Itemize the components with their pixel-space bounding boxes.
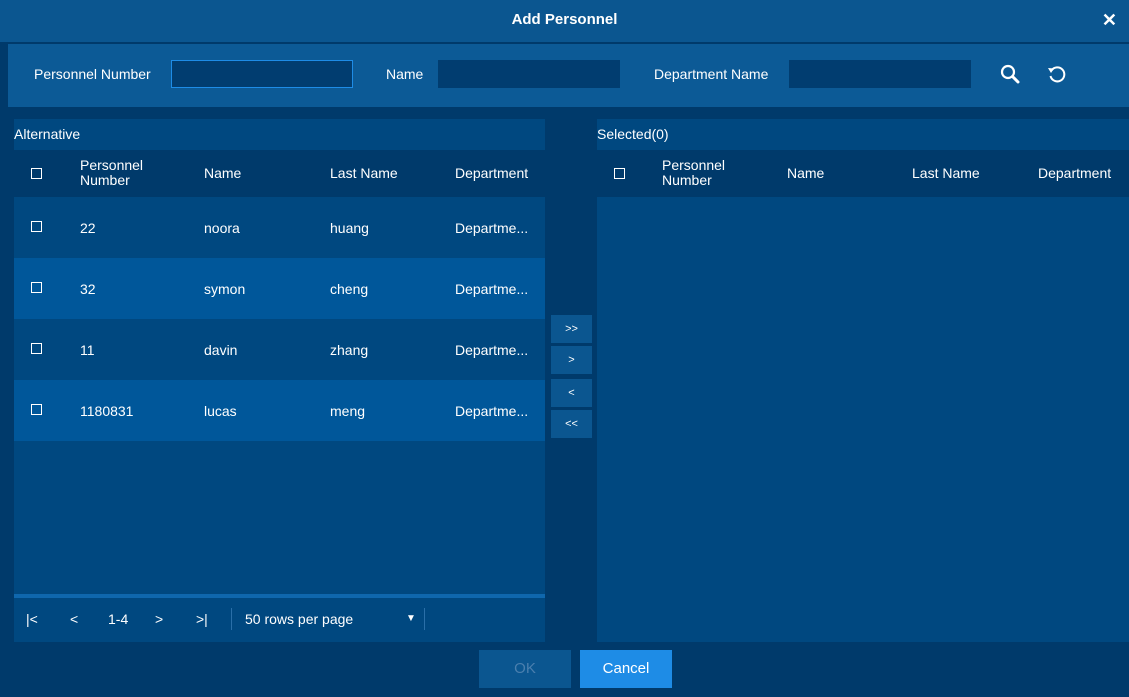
column-name[interactable]: Name: [204, 166, 241, 181]
cell-department: Departme...: [455, 403, 529, 419]
cell-last-name: cheng: [330, 281, 369, 297]
table-row[interactable]: 1180831 lucas meng Departme...: [14, 380, 545, 441]
move-left-button[interactable]: <: [551, 379, 592, 407]
transfer-column: >> > < <<: [548, 119, 595, 642]
search-bar: Personnel Number Name Department Name: [8, 44, 1129, 107]
alternative-heading: Alternative: [14, 126, 81, 142]
cell-name: davin: [204, 342, 238, 358]
column-last-name[interactable]: Last Name: [912, 166, 980, 181]
dialog-title: Add Personnel: [511, 11, 618, 28]
column-last-name[interactable]: Last Name: [330, 166, 398, 181]
cell-personnel-number: 11: [80, 342, 95, 358]
selected-panel: Selected(0) Personnel Number Name Last N…: [597, 119, 1129, 642]
department-name-input[interactable]: [789, 60, 971, 88]
dialog-footer: OK Cancel: [0, 642, 1129, 697]
select-all-checkbox[interactable]: [31, 168, 42, 179]
department-name-label: Department Name: [654, 66, 769, 82]
column-personnel-number[interactable]: Personnel Number: [80, 158, 170, 188]
prev-page-button[interactable]: <: [70, 611, 78, 627]
row-checkbox[interactable]: [31, 282, 42, 293]
chevron-down-icon[interactable]: ▼: [406, 613, 416, 624]
column-name[interactable]: Name: [787, 166, 824, 181]
select-all-checkbox[interactable]: [614, 168, 625, 179]
move-right-button[interactable]: >: [551, 346, 592, 374]
cell-last-name: meng: [330, 403, 366, 419]
cell-last-name: huang: [330, 220, 369, 236]
name-input[interactable]: [438, 60, 620, 88]
cell-name: noora: [204, 220, 240, 236]
personnel-number-input[interactable]: [171, 60, 353, 88]
cancel-button[interactable]: Cancel: [580, 650, 672, 688]
rows-per-page-select[interactable]: 50 rows per page: [245, 611, 353, 627]
cell-department: Departme...: [455, 281, 529, 297]
name-label: Name: [386, 66, 424, 82]
column-personnel-number[interactable]: Personnel Number: [662, 158, 752, 188]
cell-personnel-number: 22: [80, 220, 96, 236]
cell-personnel-number: 1180831: [80, 403, 134, 419]
personnel-number-label: Personnel Number: [34, 66, 151, 82]
pager-divider: [231, 608, 232, 630]
next-page-button[interactable]: >: [155, 611, 163, 627]
row-checkbox[interactable]: [31, 343, 42, 354]
cell-personnel-number: 32: [80, 281, 96, 297]
pagination-bar: |< < 1-4 > >| 50 rows per page ▼: [14, 594, 545, 642]
first-page-button[interactable]: |<: [26, 611, 38, 627]
table-row[interactable]: 32 symon cheng Departme...: [14, 258, 545, 319]
column-department[interactable]: Department: [455, 166, 528, 181]
move-all-right-button[interactable]: >>: [551, 315, 592, 343]
column-department[interactable]: Department: [1038, 166, 1111, 181]
cell-department: Departme...: [455, 220, 529, 236]
cell-last-name: zhang: [330, 342, 369, 358]
row-checkbox[interactable]: [31, 221, 42, 232]
table-row[interactable]: 22 noora huang Departme...: [14, 197, 545, 258]
close-icon[interactable]: ✕: [1102, 10, 1117, 31]
pager-divider: [424, 608, 425, 630]
dialog-titlebar: Add Personnel ✕: [0, 0, 1129, 42]
selected-heading: Selected(0): [597, 126, 669, 142]
move-all-left-button[interactable]: <<: [551, 410, 592, 438]
last-page-button[interactable]: >|: [196, 611, 208, 627]
cell-department: Departme...: [455, 342, 529, 358]
ok-button[interactable]: OK: [479, 650, 571, 688]
alternative-panel: Alternative Personnel Number Name Last N…: [14, 119, 545, 642]
row-checkbox[interactable]: [31, 404, 42, 415]
alternative-table-header: Personnel Number Name Last Name Departme…: [14, 150, 545, 197]
page-range: 1-4: [108, 611, 129, 627]
cell-name: lucas: [204, 403, 237, 419]
refresh-icon[interactable]: [1044, 61, 1070, 87]
cell-name: symon: [204, 281, 246, 297]
selected-table-header: Personnel Number Name Last Name Departme…: [597, 150, 1129, 197]
table-row[interactable]: 11 davin zhang Departme...: [14, 319, 545, 380]
search-icon[interactable]: [997, 61, 1023, 87]
